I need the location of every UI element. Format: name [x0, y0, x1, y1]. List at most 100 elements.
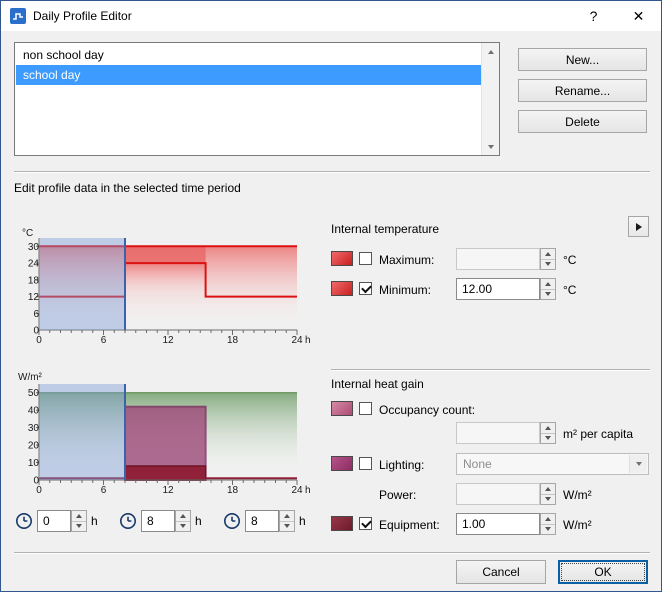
clock-icon — [119, 512, 137, 533]
power-value-input — [456, 483, 540, 505]
list-scrollbar[interactable] — [481, 43, 499, 155]
x-axis-unit: h — [305, 485, 311, 496]
svg-text:20: 20 — [28, 441, 40, 452]
period-time-3-spinner[interactable] — [279, 510, 295, 532]
minimum-value-input[interactable] — [456, 278, 540, 300]
svg-text:12: 12 — [162, 485, 174, 496]
clock-icon — [15, 512, 33, 533]
delete-button[interactable]: Delete — [518, 110, 647, 133]
temperature-flyout-button[interactable] — [628, 216, 649, 237]
dialog-body: non school day school day New... Rename.… — [1, 31, 661, 591]
lighting-label: Lighting: — [379, 458, 425, 472]
list-item-school-day[interactable]: school day — [16, 65, 481, 85]
equipment-color-swatch[interactable] — [331, 516, 353, 531]
equipment-bar — [124, 465, 207, 481]
scroll-down-icon[interactable] — [482, 138, 499, 155]
lighting-dropdown: None — [456, 453, 649, 475]
period-time-2-spinner[interactable] — [175, 510, 191, 532]
period-time-3-input[interactable] — [245, 510, 279, 532]
lighting-checkbox[interactable] — [359, 457, 372, 470]
svg-text:18: 18 — [227, 485, 239, 496]
chevron-down-icon — [629, 455, 647, 473]
svg-text:24: 24 — [28, 259, 40, 270]
equipment-spinner[interactable] — [540, 513, 556, 535]
svg-text:50: 50 — [28, 388, 40, 399]
rename-button[interactable]: Rename... — [518, 79, 647, 102]
new-button[interactable]: New... — [518, 48, 647, 71]
svg-text:24: 24 — [291, 485, 303, 496]
clock-icon — [223, 512, 241, 533]
temperature-section-title: Internal temperature — [331, 222, 440, 236]
daily-profile-editor-dialog: Daily Profile Editor ? ✕ non school day … — [0, 0, 662, 592]
occupancy-checkbox[interactable] — [359, 402, 372, 415]
minimum-unit: °C — [563, 283, 577, 297]
separator-bottom — [14, 552, 650, 553]
maximum-color-swatch[interactable] — [331, 251, 353, 266]
svg-text:0: 0 — [36, 335, 42, 346]
heat-gain-section-title: Internal heat gain — [331, 377, 424, 391]
occupancy-color-swatch[interactable] — [331, 401, 353, 416]
maximum-checkbox[interactable] — [359, 252, 372, 265]
separator-top — [14, 171, 650, 172]
svg-text:0: 0 — [36, 485, 42, 496]
temperature-chart[interactable]: °C 30 24 18 12 6 0 0 6 12 18 24 h — [14, 212, 318, 361]
period-time-2-unit: h — [195, 514, 202, 528]
maximum-value-input — [456, 248, 540, 270]
close-icon: ✕ — [632, 7, 645, 24]
close-button[interactable]: ✕ — [616, 1, 661, 31]
power-spinner — [540, 483, 556, 505]
ok-button[interactable]: OK — [558, 560, 648, 584]
svg-text:30: 30 — [28, 423, 40, 434]
minimum-label: Minimum: — [379, 283, 432, 297]
svg-text:18: 18 — [227, 335, 239, 346]
separator-heat-gain — [331, 369, 650, 370]
power-label: Power: — [379, 488, 417, 502]
temperature-band-fade — [125, 263, 206, 297]
profile-list: non school day school day — [14, 42, 500, 156]
app-icon — [10, 8, 26, 24]
svg-text:10: 10 — [28, 458, 40, 469]
occupancy-spinner — [540, 422, 556, 444]
svg-text:6: 6 — [101, 335, 107, 346]
svg-text:12: 12 — [162, 335, 174, 346]
svg-text:30: 30 — [28, 242, 40, 253]
window-title: Daily Profile Editor — [33, 9, 132, 23]
cancel-button[interactable]: Cancel — [456, 560, 546, 584]
y-axis-unit: W/m² — [18, 372, 43, 383]
period-time-3-unit: h — [299, 514, 306, 528]
lighting-dropdown-value: None — [463, 457, 492, 471]
maximum-spinner — [540, 248, 556, 270]
selected-period-overlay[interactable] — [39, 238, 125, 330]
period-time-1-spinner[interactable] — [71, 510, 87, 532]
titlebar: Daily Profile Editor ? ✕ — [1, 1, 661, 31]
selected-period-overlay[interactable] — [39, 384, 125, 480]
svg-text:40: 40 — [28, 406, 40, 417]
x-axis-unit: h — [305, 335, 311, 346]
occupancy-label: Occupancy count: — [379, 403, 476, 417]
scroll-up-icon[interactable] — [482, 43, 499, 60]
svg-text:18: 18 — [28, 275, 40, 286]
minimum-spinner[interactable] — [540, 278, 556, 300]
period-time-2-input[interactable] — [141, 510, 175, 532]
temperature-band — [125, 246, 206, 264]
flyout-arrow-icon — [635, 222, 642, 231]
equipment-value-input[interactable] — [456, 513, 540, 535]
svg-text:6: 6 — [101, 485, 107, 496]
equipment-checkbox[interactable] — [359, 517, 372, 530]
list-item-non-school-day[interactable]: non school day — [16, 45, 481, 65]
equipment-label: Equipment: — [379, 518, 440, 532]
minimum-checkbox[interactable] — [359, 282, 372, 295]
heat-gain-chart[interactable]: W/m² 50 40 30 20 10 0 0 6 12 18 24 h — [14, 358, 318, 511]
help-icon: ? — [589, 8, 598, 24]
minimum-color-swatch[interactable] — [331, 281, 353, 296]
lighting-color-swatch[interactable] — [331, 456, 353, 471]
y-axis-unit: °C — [22, 228, 33, 239]
help-button[interactable]: ? — [571, 1, 616, 31]
period-time-1-unit: h — [91, 514, 98, 528]
svg-text:24: 24 — [291, 335, 303, 346]
section-label: Edit profile data in the selected time p… — [14, 181, 241, 195]
occupancy-value-input — [456, 422, 540, 444]
occupancy-unit: m² per capita — [563, 427, 634, 441]
maximum-label: Maximum: — [379, 253, 435, 267]
period-time-1-input[interactable] — [37, 510, 71, 532]
